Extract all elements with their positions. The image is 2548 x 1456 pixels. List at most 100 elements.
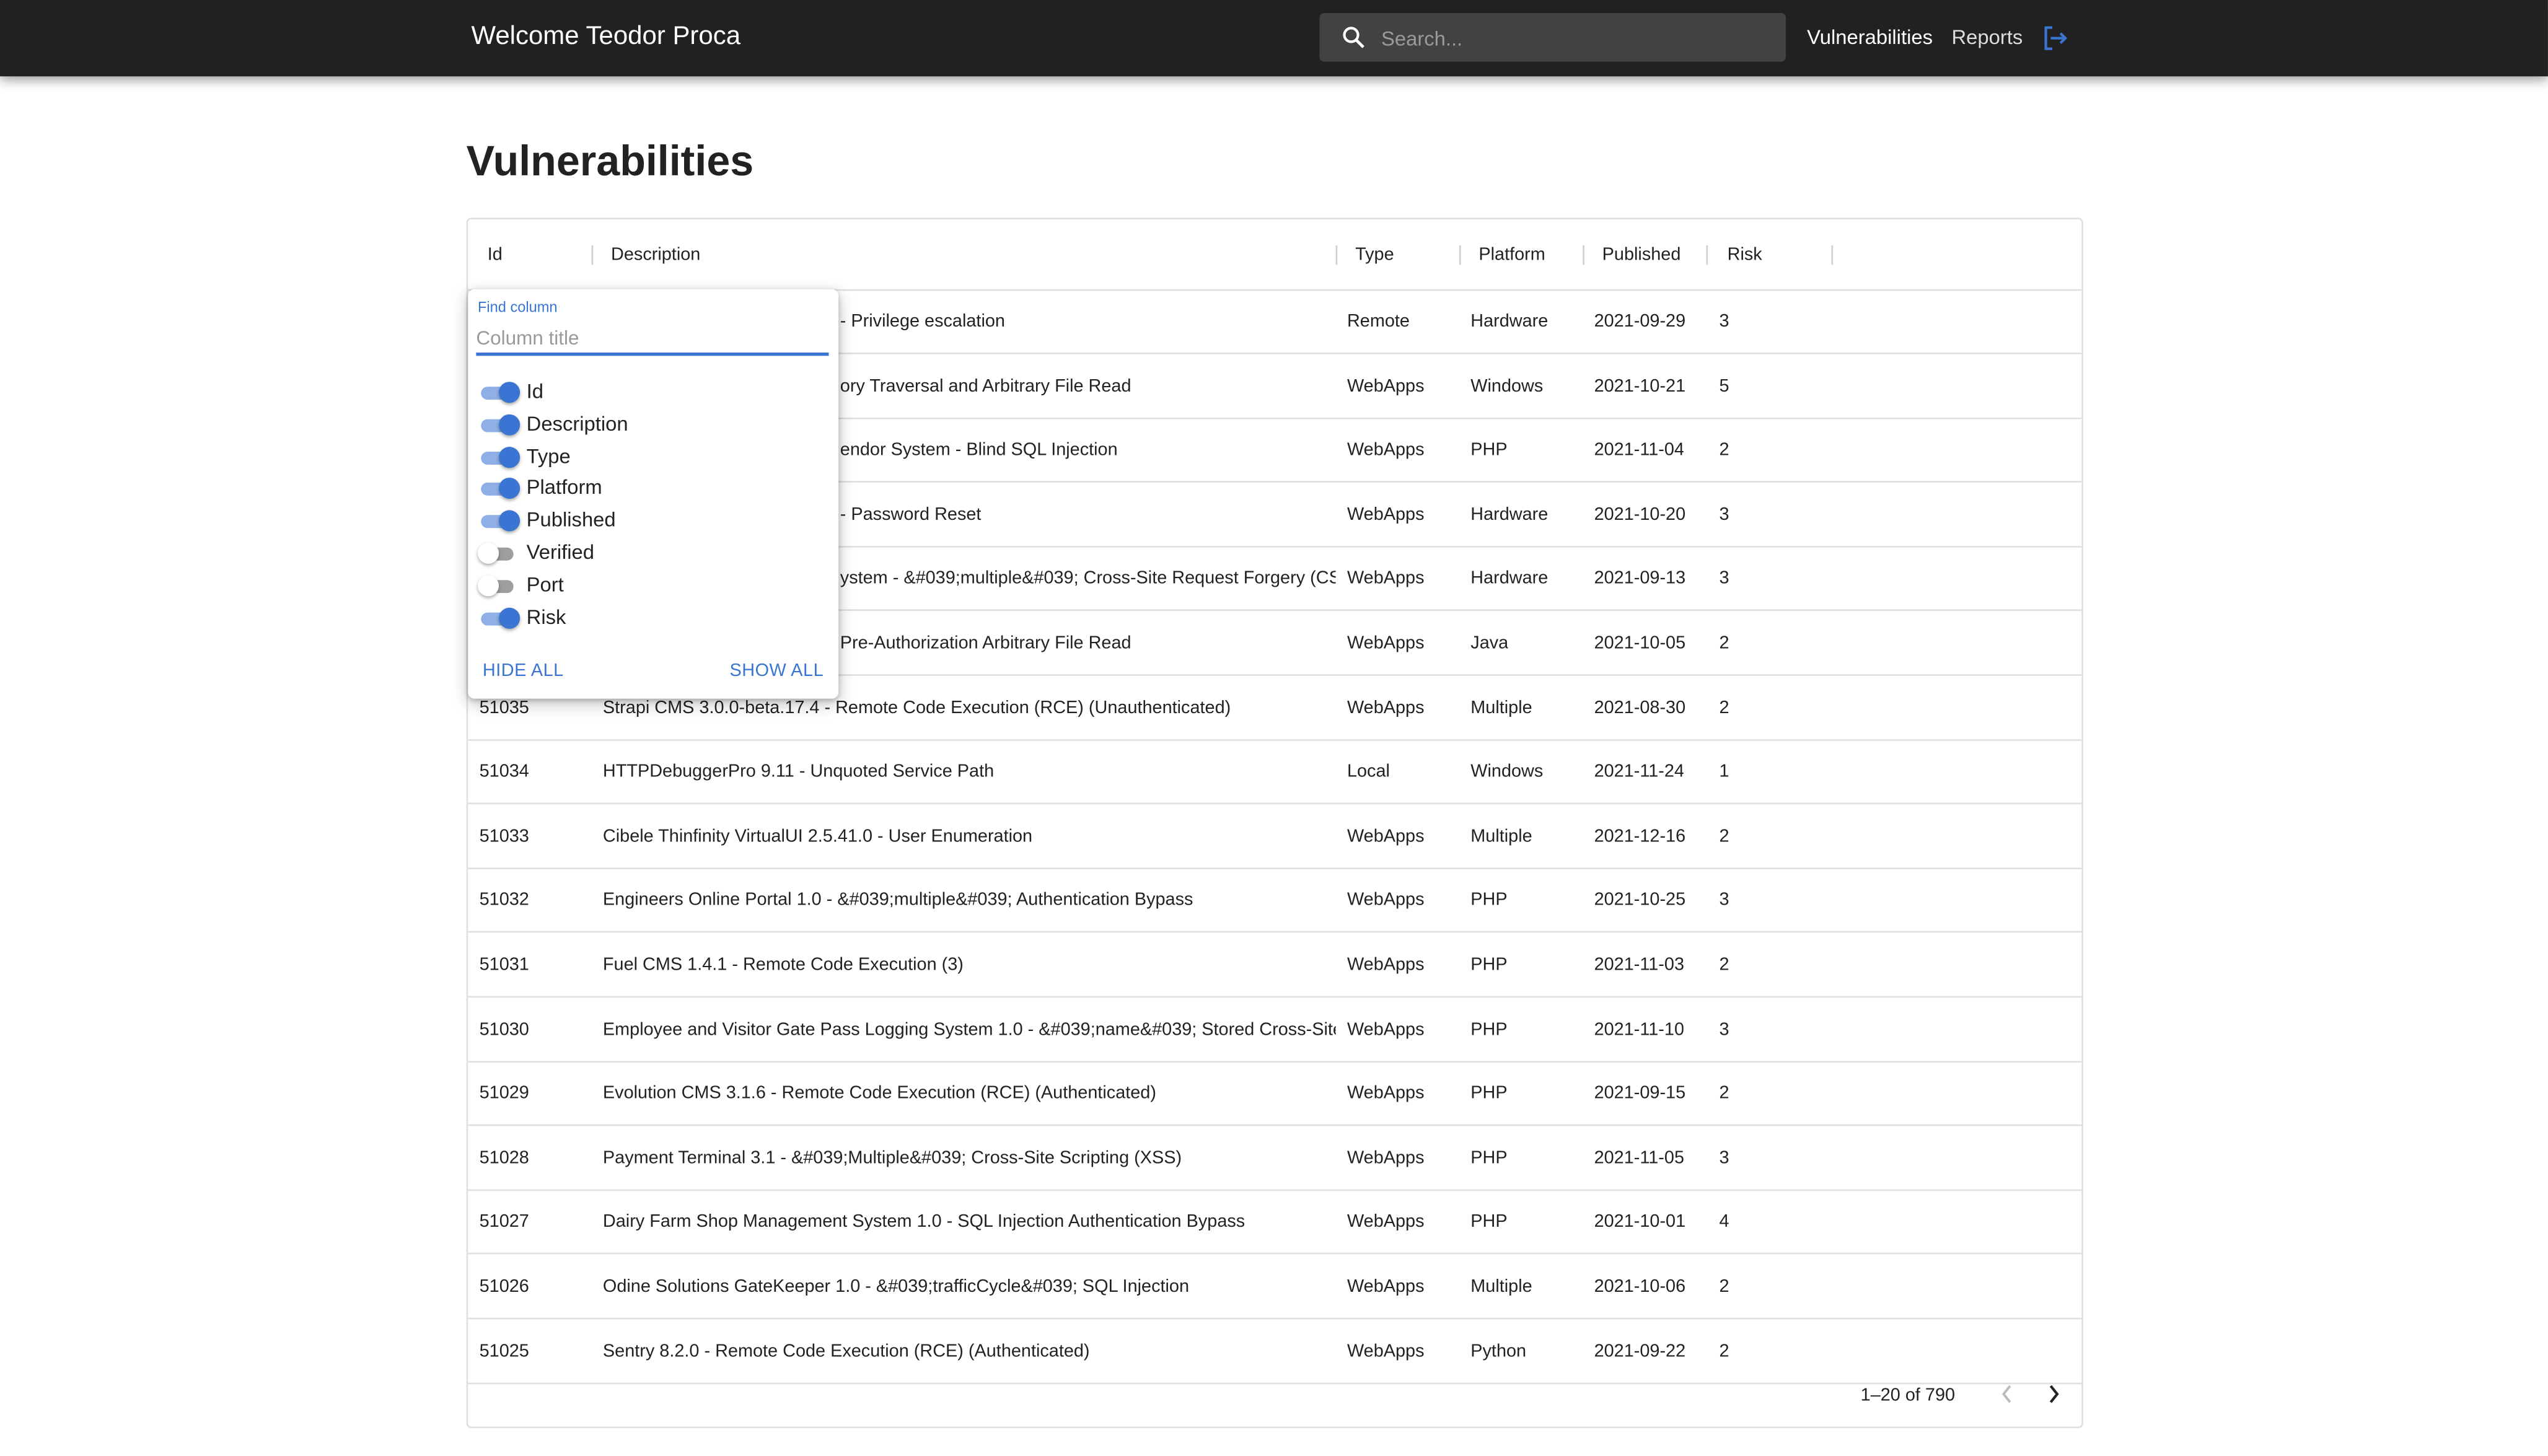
show-all-button[interactable]: SHOW ALL [729,661,824,680]
toggle-label: Risk [526,605,566,628]
cell-platform: Multiple [1470,1277,1532,1297]
table-row[interactable]: 51026 Odine Solutions GateKeeper 1.0 - &#… [468,1254,2082,1320]
cell-published: 2021-10-01 [1594,1213,1686,1232]
cell-id: 51027 [479,1213,529,1232]
search-box[interactable] [1319,12,1786,62]
column-toggle-type[interactable]: Type [481,444,627,470]
table-row[interactable]: 51030 Employee and Visitor Gate Pass Logg… [468,997,2082,1062]
cell-platform: PHP [1470,1019,1508,1040]
cell-published: 2021-11-24 [1594,762,1684,782]
cell-risk: 3 [1719,505,1729,525]
table-row[interactable]: 51033 Cibele Thinfinity VirtualUI 2.5.41.… [468,804,2082,869]
cell-description: - Password Reset [840,505,982,525]
cell-risk: 2 [1719,698,1729,718]
cell-type: WebApps [1346,698,1425,718]
column-header-id[interactable]: Id [488,245,503,265]
table-row[interactable]: 51031 Fuel CMS 1.4.1 - Remote Code Execut… [468,932,2082,998]
toggle-label: Verified [526,541,595,564]
toggle-knob[interactable] [499,414,521,436]
column-toggle-risk[interactable]: Risk [481,605,627,631]
table-row[interactable]: 51025 Sentry 8.2.0 - Remote Code Executio… [468,1318,2082,1384]
cell-risk: 4 [1719,1213,1729,1232]
cell-type: WebApps [1346,891,1425,911]
cell-description: ystem - &#039;multiple&#039; Cross-Site … [840,569,1336,589]
cell-risk: 2 [1719,955,1729,975]
prev-page-icon[interactable] [1999,1383,2015,1406]
cell-published: 2021-09-13 [1594,569,1686,589]
cell-risk: 2 [1719,633,1729,654]
column-separator[interactable] [1831,245,1834,265]
cell-platform: PHP [1470,891,1508,911]
column-header-published[interactable]: Published [1602,245,1681,265]
toggle-knob[interactable] [477,574,499,596]
cell-type: WebApps [1346,1019,1425,1040]
cell-risk: 2 [1719,1084,1729,1104]
toggle-label: Published [526,509,616,532]
cell-platform: Windows [1470,376,1544,396]
cell-platform: PHP [1470,955,1508,975]
cell-type: WebApps [1346,505,1425,525]
cell-description: Evolution CMS 3.1.6 - Remote Code Execut… [602,1084,1156,1104]
nav-reports[interactable]: Reports [1952,26,2023,49]
column-header-platform[interactable]: Platform [1478,245,1545,265]
column-title-input[interactable] [476,323,829,356]
column-header-type[interactable]: Type [1355,245,1394,265]
column-toggle-port[interactable]: Port [477,573,627,599]
hide-all-button[interactable]: HIDE ALL [483,661,564,680]
column-toggle-id[interactable]: Id [481,380,627,406]
table-row[interactable]: 51034 HTTPDebuggerPro 9.11 - Unquoted Ser… [468,740,2082,805]
cell-description: Fuel CMS 1.4.1 - Remote Code Execution (… [602,955,964,975]
column-separator[interactable] [1459,245,1461,265]
cell-risk: 2 [1719,1341,1729,1361]
search-input[interactable] [1377,22,1775,56]
column-toggle-verified[interactable]: Verified [477,541,627,567]
column-separator[interactable] [591,245,594,265]
cell-published: 2021-11-10 [1594,1019,1684,1040]
next-page-icon[interactable] [2046,1383,2062,1406]
cell-platform: Windows [1470,762,1544,782]
cell-platform: PHP [1470,1213,1508,1232]
column-header-description[interactable]: Description [611,245,700,265]
cell-risk: 1 [1719,762,1729,782]
column-separator[interactable] [1706,245,1708,265]
toggle-label: Platform [526,476,602,500]
cell-platform: Hardware [1470,505,1549,525]
cell-published: 2021-11-05 [1594,1148,1684,1168]
cell-id: 51025 [479,1341,529,1361]
table-row[interactable]: 51032 Engineers Online Portal 1.0 - &#039… [468,868,2082,934]
toggle-knob[interactable] [499,478,521,500]
toggle-knob[interactable] [499,446,521,468]
column-toggle-platform[interactable]: Platform [481,476,627,502]
toggle-knob[interactable] [499,510,521,532]
table-row[interactable]: 51029 Evolution CMS 3.1.6 - Remote Code E… [468,1061,2082,1126]
cell-type: WebApps [1346,376,1425,396]
column-separator[interactable] [1583,245,1584,265]
cell-description: HTTPDebuggerPro 9.11 - Unquoted Service … [602,762,995,782]
column-toggle-description[interactable]: Description [481,412,628,439]
cell-id: 51029 [479,1084,529,1104]
column-separator[interactable] [1335,245,1338,265]
top-bar: Welcome Teodor Proca Vulnerabilities Rep… [0,0,2548,77]
cell-id: 51026 [479,1277,529,1297]
cell-published: 2021-09-29 [1594,312,1686,331]
logout-icon[interactable] [2042,26,2068,50]
cell-risk: 2 [1719,1277,1729,1297]
column-toggle-published[interactable]: Published [481,509,627,535]
cell-published: 2021-10-25 [1594,891,1686,911]
column-header-risk[interactable]: Risk [1728,245,1762,265]
toggle-label: Port [526,573,564,596]
nav-vulnerabilities[interactable]: Vulnerabilities [1807,26,1933,49]
toggle-knob[interactable] [499,382,521,403]
cell-id: 51035 [479,698,529,718]
table-row[interactable]: 51028 Payment Terminal 3.1 - &#039;Multip… [468,1126,2082,1191]
cell-risk: 5 [1719,376,1729,396]
toggle-knob[interactable] [477,542,499,564]
cell-platform: PHP [1470,1148,1508,1168]
toggle-label: Description [526,412,628,436]
toggle-knob[interactable] [499,607,521,628]
table-row[interactable]: 51027 Dairy Farm Shop Management System 1… [468,1190,2082,1255]
cell-description: Pre-Authorization Arbitrary File Read [840,633,1131,654]
cell-type: WebApps [1346,1148,1425,1168]
cell-platform: Multiple [1470,698,1532,718]
cell-risk: 3 [1719,1148,1729,1168]
